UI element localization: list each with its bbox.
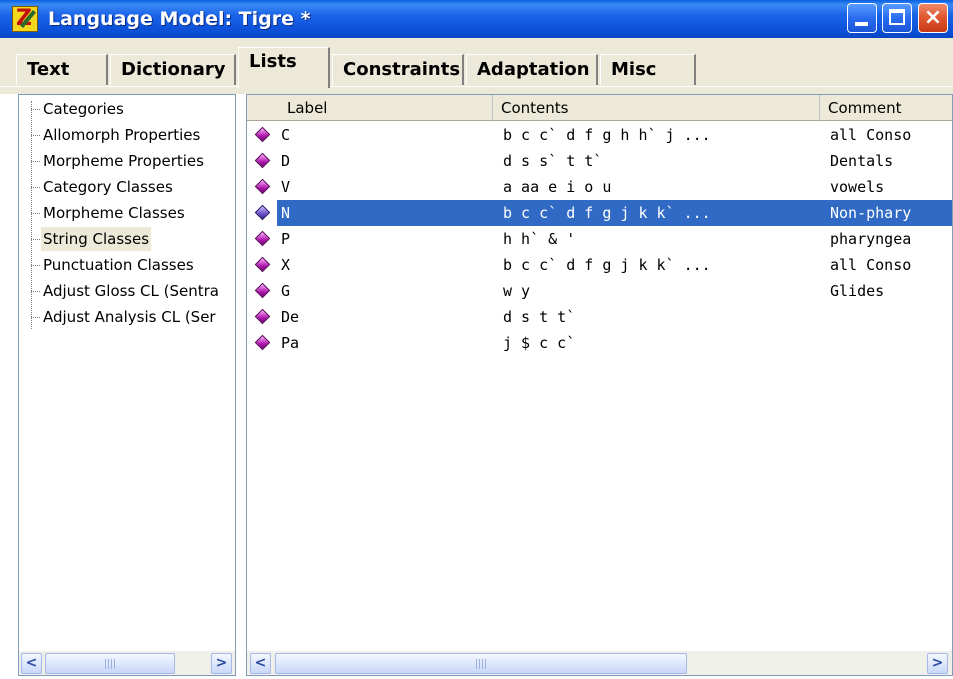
row-label: D (281, 152, 291, 170)
row-label: C (281, 126, 291, 144)
diamond-icon (254, 152, 271, 169)
diamond-icon (254, 282, 271, 299)
row-contents: b c c` d f g h h` j ... (503, 126, 711, 144)
row-comment: Non-phary (830, 204, 912, 222)
row-label: Pa (281, 334, 300, 352)
row-comment: pharyngea (830, 230, 912, 248)
list-row[interactable]: C b c c` d f g h h` j ... all Conso (247, 122, 952, 148)
row-label: De (281, 308, 300, 326)
tab-lists[interactable]: Lists (238, 47, 330, 88)
row-contents: w y (503, 282, 531, 300)
maximize-button[interactable] (882, 3, 912, 33)
scroll-right-button[interactable]: > (211, 653, 232, 674)
chevron-right-icon: > (931, 655, 944, 671)
list-row[interactable]: P h h` & ' pharyngea (247, 226, 952, 252)
row-label: V (281, 178, 291, 196)
row-contents: b c c` d f g j k k` ... (503, 204, 711, 222)
row-label: X (281, 256, 291, 274)
diamond-icon (254, 308, 271, 325)
row-comment: all Conso (830, 126, 912, 144)
close-icon: × (923, 5, 943, 30)
tree-pane[interactable]: Categories Allomorph Properties Morpheme… (18, 94, 236, 676)
list-pane[interactable]: Label Contents Comment C b c c` d f g h … (246, 94, 953, 676)
list-row[interactable]: X b c c` d f g j k k` ... all Conso (247, 252, 952, 278)
tab-baseline (0, 86, 953, 87)
row-comment: Glides (830, 282, 885, 300)
row-label: G (281, 282, 291, 300)
tree-horizontal-scrollbar[interactable]: < > (19, 651, 235, 675)
scroll-left-button[interactable]: < (250, 653, 271, 674)
maximize-icon (889, 9, 905, 25)
diamond-icon (254, 334, 271, 351)
minimize-button[interactable] (847, 3, 877, 33)
list-row[interactable]: De d s t t` (247, 304, 952, 330)
scroll-thumb[interactable] (45, 653, 175, 674)
row-label: P (281, 230, 291, 248)
column-header-comment[interactable]: Comment (820, 95, 952, 121)
chevron-left-icon: < (25, 655, 38, 671)
column-header-label[interactable]: Label (247, 95, 493, 121)
row-comment (830, 330, 952, 356)
tab-dictionary[interactable]: Dictionary (110, 54, 236, 85)
diamond-icon (254, 178, 271, 195)
scroll-right-button[interactable]: > (927, 653, 948, 674)
scroll-left-button[interactable]: < (21, 653, 42, 674)
row-comment: Dentals (830, 152, 894, 170)
close-button[interactable]: × (918, 3, 948, 33)
list-row[interactable]: D d s s` t t` Dentals (247, 148, 952, 174)
row-comment (830, 304, 952, 330)
row-contents: j $ c c` (503, 334, 576, 352)
tab-adaptation[interactable]: Adaptation (466, 54, 598, 85)
row-contents: h h` & ' (503, 230, 576, 248)
list-horizontal-scrollbar[interactable]: < > (247, 651, 952, 675)
row-contents: b c c` d f g j k k` ... (503, 256, 711, 274)
minimize-icon (855, 22, 868, 26)
tab-constraints[interactable]: Constraints (332, 54, 464, 85)
scroll-thumb[interactable] (275, 653, 687, 674)
tab-text[interactable]: Text (16, 54, 108, 85)
row-comment: all Conso (830, 256, 912, 274)
tab-misc[interactable]: Misc (600, 54, 696, 85)
list-row[interactable]: Pa j $ c c` (247, 330, 952, 356)
chevron-right-icon: > (215, 655, 228, 671)
row-label: N (281, 204, 291, 222)
app-icon[interactable]: Z (12, 6, 38, 32)
window-title: Language Model: Tigre * (48, 8, 311, 30)
row-contents: a aa e i o u (503, 178, 612, 196)
tab-strip: Text Dictionary Lists Constraints Adapta… (0, 38, 953, 94)
list-row[interactable]: G w y Glides (247, 278, 952, 304)
row-contents: d s t t` (503, 308, 576, 326)
list-row[interactable]: V a aa e i o u vowels (247, 174, 952, 200)
diamond-icon (254, 126, 271, 143)
column-header-contents[interactable]: Contents (493, 95, 820, 121)
diamond-icon (254, 204, 271, 221)
diamond-icon (254, 230, 271, 247)
chevron-left-icon: < (254, 655, 267, 671)
list-row-selected[interactable]: N b c c` d f g j k k` ... Non-phary (247, 200, 952, 226)
diamond-icon (254, 256, 271, 273)
title-bar[interactable]: Z Language Model: Tigre * × (0, 0, 953, 38)
row-comment: vowels (830, 178, 885, 196)
row-contents: d s s` t t` (503, 152, 603, 170)
